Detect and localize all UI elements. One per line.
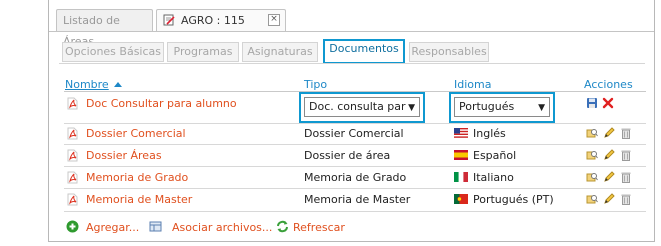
language-label: Italiano — [473, 171, 514, 184]
document-type: Memoria de Master — [304, 193, 411, 206]
chevron-down-icon: ▼ — [538, 103, 545, 113]
trash-icon[interactable] — [620, 193, 632, 205]
tab-listado-areas[interactable]: Listado de Áreas — [56, 9, 153, 48]
header-label: Nombre — [65, 78, 109, 91]
tab-agro-115[interactable]: AGRO : 115 × — [156, 9, 286, 31]
edit-icon[interactable] — [603, 127, 615, 139]
document-type: Memoria de Grado — [304, 171, 407, 184]
document-language: Inglés — [454, 127, 506, 140]
view-icon[interactable] — [586, 193, 598, 205]
trash-icon[interactable] — [620, 149, 632, 161]
language-label: Español — [473, 149, 517, 162]
row-divider — [64, 123, 646, 124]
subtab-label: Programas — [173, 45, 233, 58]
agro-window: Listado de Áreas AGRO : 115 × Opciones B… — [48, 0, 655, 242]
refresh-icon[interactable] — [276, 220, 289, 233]
tab-divider — [49, 31, 654, 33]
edit-icon[interactable] — [603, 149, 615, 161]
document-type: Dossier de área — [304, 149, 391, 162]
tab-label: AGRO : 115 — [181, 14, 245, 27]
document-name-link[interactable]: Doc Consultar para alumno — [86, 97, 237, 110]
subtab-label: Documentos — [329, 42, 399, 55]
window-tab-bar: Listado de Áreas AGRO : 115 × — [49, 0, 654, 48]
trash-icon[interactable] — [620, 127, 632, 139]
trash-icon[interactable] — [620, 171, 632, 183]
sort-ascending-icon — [113, 82, 122, 87]
document-name-link[interactable]: Dossier Comercial — [86, 127, 186, 140]
pdf-icon — [67, 97, 78, 110]
subtab-separator — [59, 63, 645, 64]
subtab-programas[interactable]: Programas — [167, 42, 239, 62]
idioma-select[interactable]: Portugués ▼ — [454, 97, 550, 117]
pdf-icon — [67, 127, 78, 140]
close-tab-icon[interactable]: × — [268, 14, 280, 26]
add-button[interactable]: Agregar... — [86, 221, 139, 234]
subtab-label: Opciones Básicas — [64, 45, 162, 58]
row-divider — [64, 188, 646, 189]
document-language: Portugués (PT) — [454, 193, 554, 206]
save-icon[interactable] — [586, 97, 598, 109]
pt-flag-icon — [454, 194, 468, 204]
edit-document-icon — [163, 14, 175, 26]
pdf-icon — [67, 149, 78, 162]
tipo-select-value: Doc. consulta par — [309, 100, 406, 113]
view-icon[interactable] — [586, 171, 598, 183]
pdf-icon — [67, 193, 78, 206]
document-language: Italiano — [454, 171, 514, 184]
column-header-idioma: Idioma — [454, 78, 492, 91]
attach-files-icon[interactable] — [149, 220, 162, 233]
row-divider — [64, 166, 646, 167]
subtab-asignaturas[interactable]: Asignaturas — [242, 42, 318, 62]
cancel-icon[interactable] — [602, 97, 614, 109]
view-icon[interactable] — [586, 127, 598, 139]
column-header-nombre[interactable]: Nombre — [65, 78, 122, 91]
it-flag-icon — [454, 172, 468, 182]
document-name-link[interactable]: Memoria de Grado — [86, 171, 188, 184]
us-flag-icon — [454, 128, 468, 138]
document-name-link[interactable]: Dossier Áreas — [86, 149, 162, 162]
subtab-responsables[interactable]: Responsables — [409, 42, 489, 62]
document-name-link[interactable]: Memoria de Master — [86, 193, 192, 206]
edit-icon[interactable] — [603, 171, 615, 183]
chevron-down-icon: ▼ — [408, 103, 415, 113]
column-header-tipo: Tipo — [304, 78, 328, 91]
subtab-label: Asignaturas — [247, 45, 313, 58]
associate-files-button[interactable]: Asociar archivos... — [172, 221, 272, 234]
document-type: Dossier Comercial — [304, 127, 404, 140]
tipo-select[interactable]: Doc. consulta par ▼ — [304, 97, 420, 117]
add-icon[interactable] — [66, 220, 79, 233]
subtab-label: Responsables — [411, 45, 487, 58]
pdf-icon — [67, 171, 78, 184]
language-label: Portugués (PT) — [473, 193, 554, 206]
idioma-select-value: Portugués — [459, 100, 515, 113]
row-divider — [64, 144, 646, 145]
document-language: Español — [454, 149, 516, 162]
subtab-documentos[interactable]: Documentos — [323, 39, 405, 64]
view-icon[interactable] — [586, 149, 598, 161]
column-header-acciones: Acciones — [584, 78, 633, 91]
edit-icon[interactable] — [603, 193, 615, 205]
language-label: Inglés — [473, 127, 506, 140]
subtab-opciones-basicas[interactable]: Opciones Básicas — [62, 42, 164, 62]
es-flag-icon — [454, 150, 468, 160]
row-divider — [64, 211, 646, 212]
refresh-button[interactable]: Refrescar — [293, 221, 345, 234]
